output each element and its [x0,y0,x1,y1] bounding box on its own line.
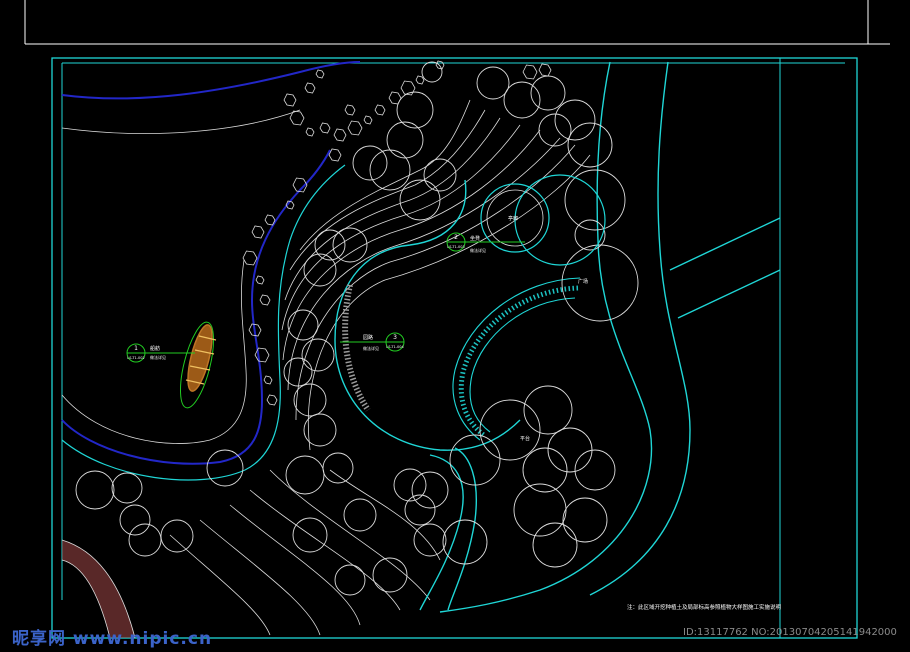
tree-canopy [399,179,441,221]
svg-text:LS-T1-002: LS-T1-002 [127,356,144,360]
svg-text:2: 2 [454,234,458,241]
label-gazebo: 亭廊 [508,215,518,222]
tree-canopy [404,494,436,526]
tree-canopy [372,557,408,593]
tree-canopy [314,229,346,261]
tree-canopy [332,227,368,263]
shore-rock [254,347,270,363]
tree-canopy [442,519,488,565]
shore-rock [388,91,402,105]
shore-rock [400,80,416,96]
shore-rock [315,69,325,79]
svg-text:园路: 园路 [363,334,373,341]
tree-canopy [322,452,354,484]
tree-canopy [562,497,608,543]
shore-rock [344,104,356,116]
shore-rock [264,214,276,226]
shore-rock [347,120,363,136]
label-plaza-b: 平台 [520,435,530,442]
tree-canopy [561,244,639,322]
tree-canopy [423,158,457,192]
tree-canopy [119,504,151,536]
shore-rock [319,122,331,134]
tree-canopy [411,471,449,509]
label-plaza-a: 广场 [578,278,588,285]
cad-plan-drawing: 1 LS-T1-002 船舫 做法详见 2 LS-T1-003 坐凳 做法详见 … [24,0,890,639]
tree-canopy [479,399,541,461]
shore-rock [374,104,386,116]
tree-canopy [301,338,335,372]
tree-canopy [421,61,443,83]
tree-canopy [343,498,377,532]
shore-rock [435,60,445,70]
shore-rock [305,127,315,137]
shore-rock [333,128,347,142]
tree-canopy [128,523,162,557]
svg-text:LS-T1-003: LS-T1-003 [447,245,464,249]
tree-canopy [413,523,447,557]
tree-canopy [334,564,366,596]
lake-outline [61,61,361,481]
shore-rock [263,375,273,385]
tree-canopy [369,149,411,191]
shore-rock [363,115,373,125]
svg-text:做法详见: 做法详见 [150,354,166,360]
tree-canopy [532,522,578,568]
callout-paving: 3 LS-T1-004 园路 做法详见 [340,332,405,352]
watermark-logo: 昵享网 www.nipic.cn [12,629,213,649]
sheet-frame [24,0,890,639]
tree-canopy [285,455,325,495]
shore-rock [538,63,552,77]
shore-rock [242,250,258,266]
tree-canopy [503,81,541,119]
tree-canopy [449,434,501,486]
tree-canopy [523,385,573,435]
tree-canopy [293,383,327,417]
tree-canopy [554,99,596,141]
tree-canopy [352,145,388,181]
shore-rock [259,294,271,306]
tree-canopy [75,470,115,510]
shore-rock [266,394,278,406]
tree-canopy [160,519,194,553]
shore-rock [289,110,305,126]
tree-canopy [206,449,244,487]
shore-rock [255,275,265,285]
svg-text:1: 1 [134,345,138,352]
tree-canopy [303,413,337,447]
tree-canopy [476,66,510,100]
contour-lines [169,99,591,636]
tree-canopy [303,253,337,287]
svg-text:做法详见: 做法详见 [363,345,379,351]
svg-text:做法详见: 做法详见 [470,247,486,253]
tree-canopy [574,219,606,251]
shore-rock [328,148,342,162]
tree-canopy [386,121,424,159]
svg-text:LS-T1-004: LS-T1-004 [386,345,404,349]
tree-canopies [75,61,639,596]
tree-canopy [111,472,143,504]
shore-rock [522,64,538,80]
tree-canopy [283,357,313,387]
shore-rock [283,93,297,107]
svg-text:3: 3 [393,334,397,341]
shore-rock [415,75,425,85]
shore-rock [304,82,316,94]
drawing-note: 注：此区域开挖种植土及局部标高参照植物大样图施工实施说明 [627,603,782,611]
boat-pavilion [179,321,217,409]
curved-bench [342,277,581,441]
svg-text:坐凳: 坐凳 [470,235,480,242]
svg-text:船舫: 船舫 [150,345,160,352]
watermark-id: ID:13117762 NO:20130704205141942000 [683,627,897,638]
tree-canopy [574,449,616,491]
tree-canopy [530,75,566,111]
shore-rock [251,225,265,239]
